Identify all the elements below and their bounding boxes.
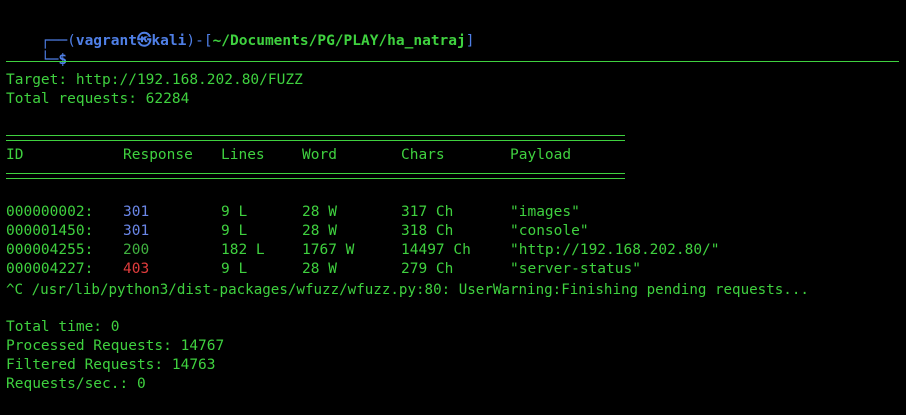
prompt-close: ] [465, 33, 475, 49]
row-word: 28 W [302, 261, 337, 277]
separator-line [6, 61, 899, 62]
row-id: 000001450: [6, 223, 94, 239]
prompt-host: kali [151, 33, 187, 49]
row-word: 28 W [302, 204, 337, 220]
row-response: 301 [123, 204, 150, 220]
prompt-at-symbol: ㉿ [136, 33, 152, 49]
row-lines: 9 L [221, 204, 248, 220]
table-header-rule [6, 173, 625, 179]
processed-requests-line: Processed Requests: 14767 [6, 338, 225, 354]
row-lines: 9 L [221, 223, 248, 239]
row-id: 000000002: [6, 204, 94, 220]
row-chars: 14497 Ch [401, 242, 471, 258]
prompt-input-line[interactable]: └─$ [6, 32, 67, 68]
prompt-dollar: $ [58, 52, 68, 68]
row-id: 000004255: [6, 242, 94, 258]
prompt-path: ~/Documents/PG/PLAY/ha_natraj [212, 33, 466, 49]
row-response: 301 [123, 223, 150, 239]
target-line: Target: http://192.168.202.80/FUZZ [6, 72, 303, 88]
row-id: 000004227: [6, 261, 94, 277]
header-response: Response [123, 147, 193, 163]
row-lines: 182 L [221, 242, 265, 258]
table-top-rule [6, 135, 625, 141]
prompt-corner-bottom: └─ [40, 52, 59, 68]
total-requests-line: Total requests: 62284 [6, 91, 190, 107]
prompt-line: ┌──(vagrant㉿kali)-[~/Documents/PG/PLAY/h… [6, 13, 475, 49]
row-payload: "console" [510, 223, 589, 239]
filtered-requests-line: Filtered Requests: 14763 [6, 357, 216, 373]
prompt-mid: )-[ [186, 33, 213, 49]
row-lines: 9 L [221, 261, 248, 277]
header-word: Word [302, 147, 337, 163]
row-response: 200 [123, 242, 150, 258]
row-chars: 317 Ch [401, 204, 454, 220]
row-word: 1767 W [302, 242, 355, 258]
header-lines: Lines [221, 147, 265, 163]
row-payload: "images" [510, 204, 580, 220]
row-payload: "server-status" [510, 261, 641, 277]
header-payload: Payload [510, 147, 572, 163]
header-id: ID [6, 147, 24, 163]
header-chars: Chars [401, 147, 445, 163]
requests-per-sec-line: Requests/sec.: 0 [6, 376, 146, 392]
warning-line: ^C /usr/lib/python3/dist-packages/wfuzz/… [6, 282, 809, 298]
row-payload: "http://192.168.202.80/" [510, 242, 720, 258]
row-chars: 279 Ch [401, 261, 454, 277]
prompt-user: vagrant [75, 33, 137, 49]
row-response: 403 [123, 261, 150, 277]
total-time-line: Total time: 0 [6, 319, 120, 335]
row-chars: 318 Ch [401, 223, 454, 239]
row-word: 28 W [302, 223, 337, 239]
